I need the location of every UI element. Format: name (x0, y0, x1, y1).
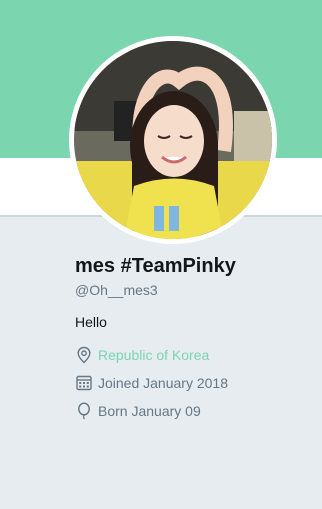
calendar-icon (75, 374, 93, 392)
born-text: Born January 09 (98, 403, 201, 419)
location-pin-icon (75, 346, 93, 364)
avatar[interactable] (74, 41, 272, 239)
profile-display-name: mes #TeamPinky (75, 255, 236, 277)
joined-text: Joined January 2018 (98, 375, 228, 391)
balloon-icon (75, 402, 93, 420)
avatar-photo (74, 41, 272, 239)
profile-bio: Hello (75, 314, 107, 330)
location-text[interactable]: Republic of Korea (98, 347, 209, 363)
profile-location: Republic of Korea (75, 345, 209, 365)
profile-birthdate: Born January 09 (75, 401, 201, 421)
profile-handle: @Oh__mes3 (75, 282, 158, 298)
profile-join-date: Joined January 2018 (75, 373, 228, 393)
